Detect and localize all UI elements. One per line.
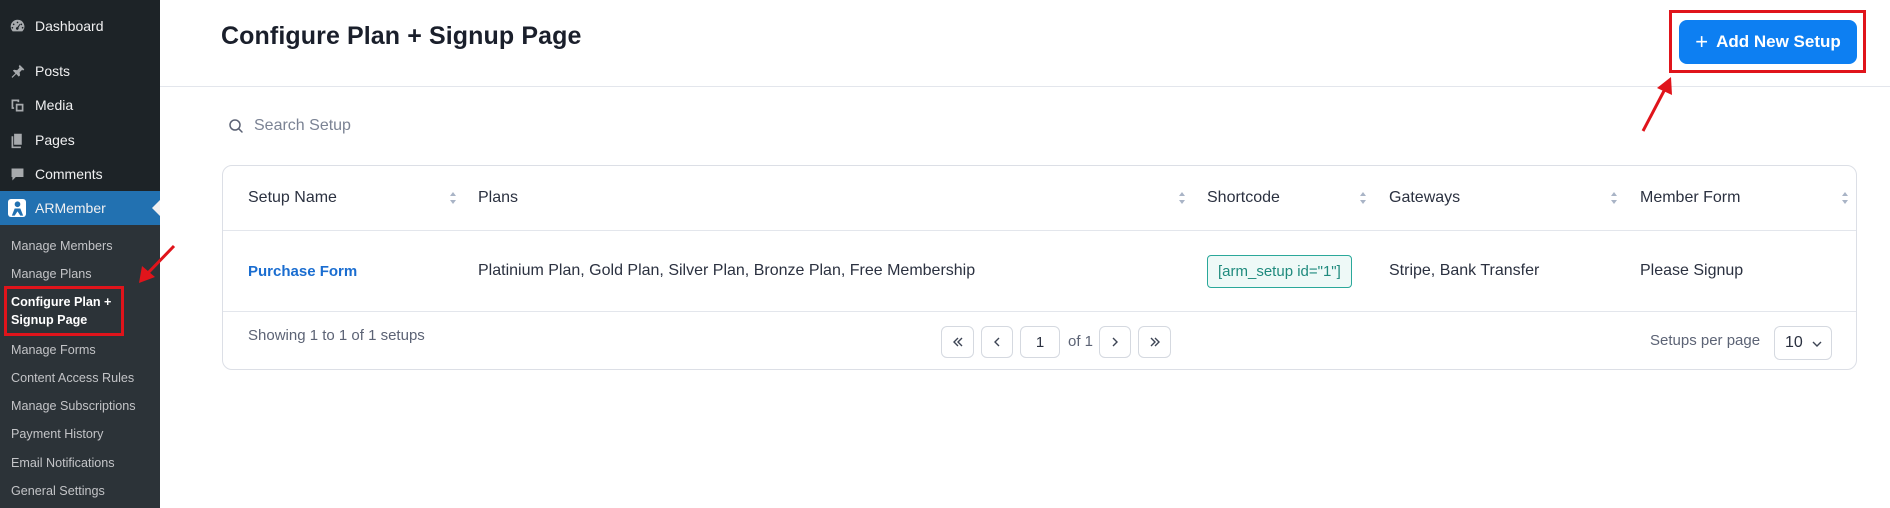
media-icon (8, 96, 26, 114)
column-header-gateways[interactable]: Gateways (1389, 166, 1460, 230)
sidebar-item-dashboard[interactable]: Dashboard (0, 9, 160, 43)
submenu-manage-forms[interactable]: Manage Forms (11, 341, 96, 359)
chevron-left-icon (994, 337, 1000, 347)
submenu-highlight-box (4, 286, 124, 336)
per-page-label: Setups per page (1650, 332, 1761, 349)
sort-icon[interactable] (1178, 191, 1186, 205)
column-label-shortcode: Shortcode (1207, 189, 1280, 206)
admin-sidebar: Dashboard Posts Media Pages Comments ARM… (0, 0, 160, 508)
sidebar-label-posts: Posts (35, 63, 71, 79)
plus-icon: + (1695, 29, 1709, 54)
pages-icon (8, 131, 26, 149)
add-new-setup-button[interactable]: + Add New Setup (1679, 20, 1857, 64)
footer-divider (223, 311, 1856, 312)
double-chevron-left-icon (952, 337, 962, 347)
column-header-member-form[interactable]: Member Form (1640, 166, 1740, 230)
submenu-manage-members[interactable]: Manage Members (11, 237, 113, 255)
double-chevron-right-icon (1150, 337, 1160, 347)
first-page-button[interactable] (941, 326, 974, 358)
sidebar-label-armember: ARMember (35, 200, 106, 216)
column-label-member-form: Member Form (1640, 189, 1741, 206)
showing-count: Showing 1 to 1 of 1 setups (248, 327, 425, 344)
column-label-setup-name: Setup Name (248, 189, 337, 206)
sort-icon[interactable] (1841, 191, 1849, 205)
page-number-input[interactable] (1020, 326, 1060, 358)
shortcode-chip[interactable]: [arm_setup id="1"] (1207, 254, 1352, 288)
chevron-right-icon (1112, 337, 1118, 347)
sort-icon[interactable] (449, 191, 457, 205)
column-header-setup-name[interactable]: Setup Name (248, 166, 337, 230)
sidebar-item-armember[interactable]: ARMember (0, 191, 160, 225)
submenu-manage-subscriptions[interactable]: Manage Subscriptions (11, 397, 136, 415)
dashboard-icon (8, 17, 26, 35)
armember-logo-icon (8, 199, 26, 217)
sidebar-label-pages: Pages (35, 132, 75, 148)
column-header-shortcode[interactable]: Shortcode (1207, 166, 1280, 230)
search-bar (228, 114, 588, 138)
search-input[interactable] (254, 117, 554, 135)
last-page-button[interactable] (1138, 326, 1171, 358)
submenu-payment-history[interactable]: Payment History (11, 425, 103, 443)
sort-icon[interactable] (1610, 191, 1618, 205)
armember-submenu: Manage Members Manage Plans Configure Pl… (0, 225, 160, 508)
member-form-cell: Please Signup (1640, 262, 1744, 279)
sort-icon[interactable] (1359, 191, 1367, 205)
header-row-divider (223, 230, 1856, 231)
setup-name-link[interactable]: Purchase Form (248, 263, 357, 280)
chevron-down-icon (1812, 341, 1822, 347)
page-of-label: of 1 (1068, 333, 1094, 350)
header-divider (160, 86, 1890, 87)
sidebar-label-media: Media (35, 97, 74, 113)
page-title: Configure Plan + Signup Page (221, 22, 582, 50)
column-header-plans[interactable]: Plans (478, 166, 518, 230)
submenu-email-notifications[interactable]: Email Notifications (11, 454, 115, 472)
sidebar-label-comments: Comments (35, 166, 103, 182)
previous-page-button[interactable] (981, 326, 1013, 358)
pushpin-icon (8, 62, 26, 80)
sidebar-label-dashboard: Dashboard (35, 18, 104, 34)
comment-icon (8, 165, 26, 183)
column-label-plans: Plans (478, 189, 519, 206)
gateways-cell: Stripe, Bank Transfer (1389, 262, 1540, 279)
column-label-gateways: Gateways (1389, 189, 1461, 206)
per-page-value: 10 (1785, 334, 1803, 351)
setups-table: Setup Name Plans Shortcode Gateways Memb… (222, 165, 1857, 370)
plans-cell: Platinium Plan, Gold Plan, Silver Plan, … (478, 262, 976, 279)
next-page-button[interactable] (1099, 326, 1131, 358)
submenu-general-settings[interactable]: General Settings (11, 482, 105, 500)
add-new-setup-label: Add New Setup (1716, 32, 1841, 51)
sidebar-item-comments[interactable]: Comments (0, 157, 160, 191)
sidebar-item-media[interactable]: Media (0, 88, 160, 122)
sidebar-item-posts[interactable]: Posts (0, 54, 160, 88)
submenu-manage-plans[interactable]: Manage Plans (11, 265, 92, 283)
sidebar-item-pages[interactable]: Pages (0, 123, 160, 157)
search-icon (229, 119, 243, 133)
per-page-select[interactable]: 10 (1774, 326, 1832, 360)
submenu-content-access-rules[interactable]: Content Access Rules (11, 369, 134, 387)
active-menu-pointer (152, 200, 160, 216)
